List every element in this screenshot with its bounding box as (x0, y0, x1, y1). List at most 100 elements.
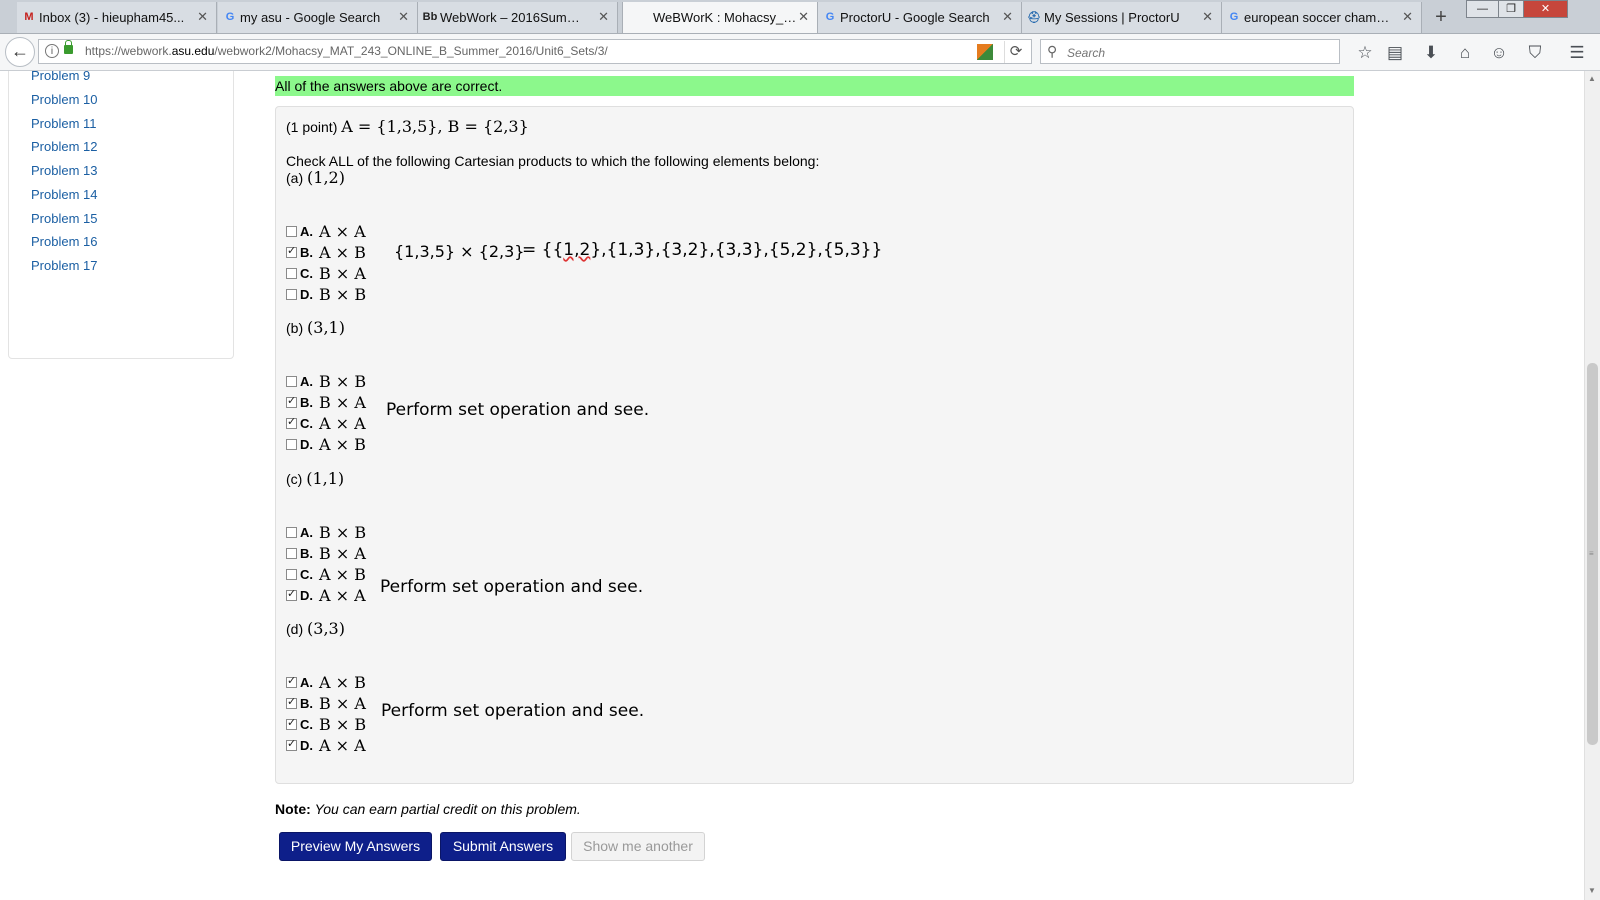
answer-checkbox[interactable] (286, 547, 297, 559)
answer-checkbox[interactable] (286, 674, 297, 688)
browser-tab[interactable]: ⛑ My Sessions | ProctorU ✕ (1022, 2, 1222, 33)
option-expression: A × B (319, 242, 366, 262)
menu-icon[interactable]: ☰ (1564, 40, 1590, 66)
sidebar-item-problem[interactable]: Problem 14 (31, 187, 97, 202)
option-expression: B × B (319, 522, 367, 542)
new-tab-button[interactable]: + (1428, 4, 1454, 30)
pocket-icon[interactable]: ⛉ (1522, 40, 1548, 66)
answer-option[interactable]: C. B × A (286, 263, 366, 283)
url-host: asu.edu (171, 44, 215, 58)
tab-title: european soccer champi... (1244, 10, 1394, 25)
browser-tab[interactable]: Bb WebWork – 2016Summer... ✕ (418, 2, 618, 33)
chat-icon[interactable]: ☺ (1486, 40, 1512, 66)
part-letter: (b) (286, 320, 304, 336)
submit-answers-button[interactable]: Submit Answers (440, 832, 566, 861)
problem-instruction: Check ALL of the following Cartesian pro… (286, 153, 820, 169)
download-icon[interactable]: ⬇ (1418, 40, 1444, 66)
answer-option[interactable]: C. A × B (286, 564, 366, 584)
answer-option[interactable]: C. A × A (286, 413, 366, 433)
part-label: (b) (3,1) (286, 318, 345, 337)
close-tab-icon[interactable]: ✕ (1202, 9, 1213, 25)
option-letter: B. (300, 394, 313, 410)
back-button[interactable]: ← (5, 37, 35, 67)
answer-checkbox[interactable] (286, 394, 297, 408)
close-tab-icon[interactable]: ✕ (197, 9, 208, 25)
scroll-down-icon[interactable]: ▼ (1588, 886, 1596, 895)
show-another-button[interactable]: Show me another (571, 832, 705, 861)
option-expression: B × B (319, 371, 367, 391)
answer-checkbox[interactable] (286, 526, 297, 538)
work-note: Perform set operation and see. (381, 701, 645, 721)
answer-option[interactable]: B. A × B (286, 242, 366, 262)
url-text[interactable]: https://webwork.asu.edu/webwork2/Mohacsy… (85, 44, 608, 58)
extension-icon[interactable] (977, 44, 993, 60)
answer-option[interactable]: A. A × A (286, 221, 366, 241)
maximize-button[interactable]: ❐ (1498, 0, 1524, 18)
browser-tab[interactable]: Geuropean soccer champi... ✕ (1222, 2, 1422, 33)
sidebar-item-problem[interactable]: Problem 13 (31, 163, 97, 178)
answer-checkbox[interactable] (286, 737, 297, 751)
home-icon[interactable]: ⌂ (1452, 40, 1478, 66)
browser-tab[interactable]: WeBWorK : Mohacsy_M... ✕ (622, 2, 818, 33)
close-tab-icon[interactable]: ✕ (598, 9, 609, 25)
option-expression: A × B (319, 564, 366, 584)
info-icon[interactable]: i (45, 44, 59, 58)
sidebar-item-problem[interactable]: Problem 17 (31, 258, 97, 273)
sidebar-item-problem[interactable]: Problem 15 (31, 211, 97, 226)
sidebar-item-problem[interactable]: Problem 10 (31, 92, 97, 107)
answer-option[interactable]: A. B × B (286, 522, 366, 542)
answer-checkbox[interactable] (286, 716, 297, 730)
answer-checkbox[interactable] (286, 225, 297, 237)
tab-title: ProctorU - Google Search (840, 10, 990, 25)
answer-checkbox[interactable] (286, 587, 297, 601)
answer-checkbox[interactable] (286, 375, 297, 387)
preview-answers-button[interactable]: Preview My Answers (279, 832, 432, 861)
sidebar-item-problem[interactable]: Problem 16 (31, 234, 97, 249)
answer-checkbox[interactable] (286, 438, 297, 450)
sidebar-item-problem[interactable]: Problem 11 (31, 116, 97, 131)
sidebar-item-problem[interactable]: Problem 9 (31, 71, 90, 83)
answer-checkbox[interactable] (286, 568, 297, 580)
sidebar-item-problem[interactable]: Problem 12 (31, 139, 97, 154)
answer-option[interactable]: C. B × B (286, 714, 366, 734)
browser-tab[interactable]: M Inbox (3) - hieupham45... ✕ (17, 2, 217, 33)
answer-option[interactable]: D. B × B (286, 284, 366, 304)
answer-option[interactable]: B. B × A (286, 543, 366, 563)
reading-list-icon[interactable]: ▤ (1382, 40, 1408, 66)
answer-option[interactable]: B. B × A (286, 392, 366, 412)
close-window-button[interactable]: ✕ (1523, 0, 1568, 18)
part-element: (3,1) (307, 318, 345, 337)
google-icon: G (1229, 11, 1239, 23)
search-input[interactable] (1065, 42, 1339, 63)
answer-option[interactable]: A. B × B (286, 371, 366, 391)
answer-checkbox[interactable] (286, 415, 297, 429)
address-bar[interactable]: i https://webwork.asu.edu/webwork2/Mohac… (38, 39, 1032, 64)
close-tab-icon[interactable]: ✕ (1002, 9, 1013, 25)
answer-option[interactable]: B. B × A (286, 693, 366, 713)
answer-option[interactable]: A. A × B (286, 672, 366, 692)
option-expression: B × A (319, 543, 366, 563)
answer-checkbox[interactable] (286, 695, 297, 709)
sets-definition: A = {1,3,5}, B = {2,3} (341, 117, 529, 136)
option-expression: A × A (319, 585, 366, 605)
answer-option[interactable]: D. A × B (286, 434, 366, 454)
option-expression: A × A (319, 413, 366, 433)
browser-tab[interactable]: G ProctorU - Google Search ✕ (818, 2, 1022, 33)
bookmark-star-icon[interactable]: ☆ (1352, 40, 1378, 66)
answer-option[interactable]: D. A × A (286, 585, 366, 605)
page-scrollbar[interactable]: ▲ ≡ ▼ (1584, 71, 1600, 900)
search-box[interactable]: ⚲ (1040, 39, 1340, 64)
answer-checkbox[interactable] (286, 267, 297, 279)
part-element: (1,1) (306, 469, 345, 488)
browser-tab[interactable]: Gmy asu - Google Search ✕ (218, 2, 418, 33)
option-letter: D. (300, 286, 313, 302)
scroll-up-icon[interactable]: ▲ (1588, 74, 1596, 83)
close-tab-icon[interactable]: ✕ (798, 9, 809, 25)
minimize-button[interactable]: — (1466, 0, 1499, 18)
close-tab-icon[interactable]: ✕ (1402, 9, 1413, 25)
answer-checkbox[interactable] (286, 244, 297, 258)
answer-checkbox[interactable] (286, 288, 297, 300)
close-tab-icon[interactable]: ✕ (398, 9, 409, 25)
answer-option[interactable]: D. A × A (286, 735, 366, 755)
reload-icon[interactable]: ⟳ (1004, 41, 1027, 63)
